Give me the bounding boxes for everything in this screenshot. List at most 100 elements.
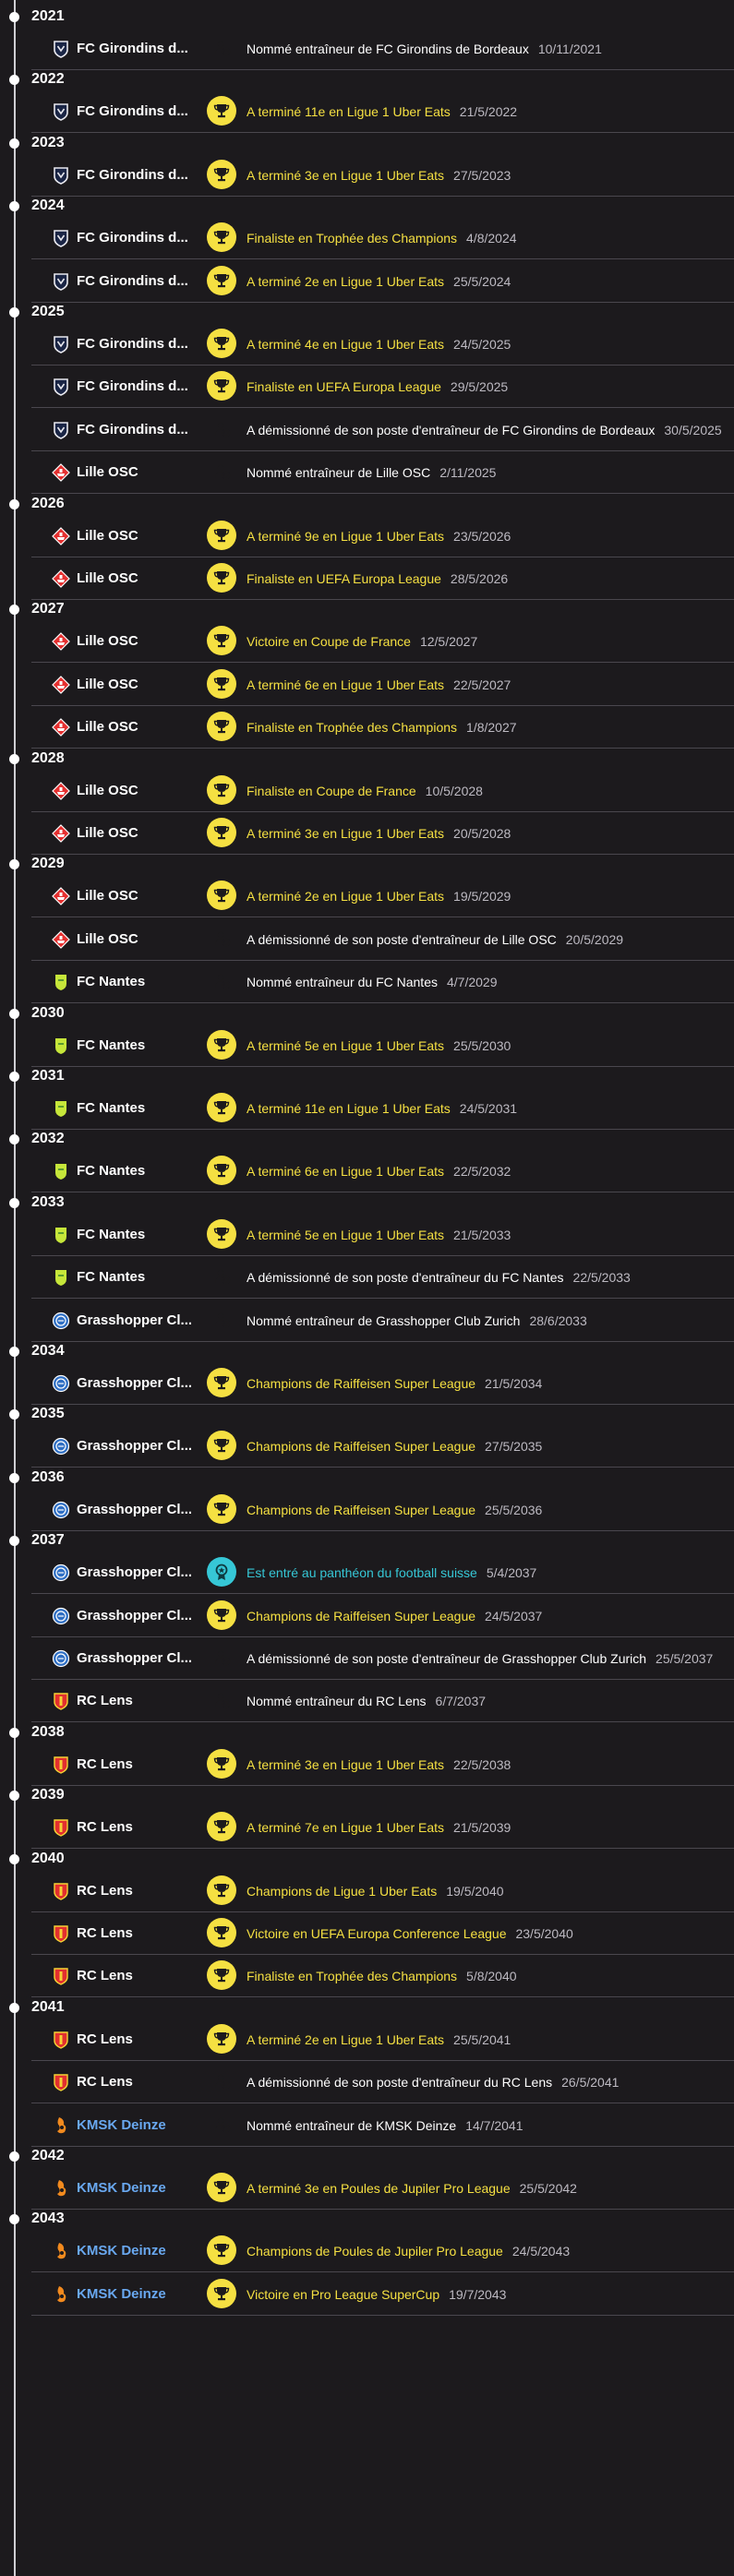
timeline-entry[interactable]: Grasshopper Cl... Champions de Raiffeisen… (0, 1489, 734, 1531)
timeline-entry[interactable]: FC Girondins d... Finaliste en Trophée de… (0, 217, 734, 260)
timeline-entry[interactable]: Lille OSC A terminé 6e en Ligue 1 Uber Ea… (0, 664, 734, 706)
club-name-link[interactable]: Lille OSC (77, 887, 220, 905)
bordeaux-club-badge-icon (52, 377, 70, 397)
timeline-entry[interactable]: KMSK Deinze Victoire en Pro League SuperC… (0, 2273, 734, 2316)
timeline-entry[interactable]: Grasshopper Cl... Champions de Raiffeisen… (0, 1362, 734, 1405)
club-name-link[interactable]: FC Nantes (77, 1036, 220, 1055)
timeline-entry[interactable]: Lille OSC Finaliste en Coupe de France 10/… (0, 770, 734, 812)
timeline-entry[interactable]: Grasshopper Cl... Est entré au panthéon d… (0, 1552, 734, 1595)
timeline-entry[interactable]: FC Nantes Nommé entraîneur du FC Nantes 4/… (0, 961, 734, 1004)
timeline-entry[interactable]: RC Lens A démissionné de son poste d'entr… (0, 2061, 734, 2104)
club-name-link[interactable]: FC Girondins d... (77, 40, 220, 58)
manager-icon (207, 1305, 236, 1335)
club-name-link[interactable]: KMSK Deinze (77, 2242, 220, 2260)
timeline-entry[interactable]: Lille OSC Nommé entraîneur de Lille OSC 2/… (0, 451, 734, 495)
club-name-link[interactable]: FC Nantes (77, 1162, 220, 1180)
timeline-entry[interactable]: RC Lens A terminé 7e en Ligue 1 Uber Eats… (0, 1806, 734, 1850)
timeline-entry[interactable]: KMSK Deinze Champions de Poules de Jupile… (0, 2230, 734, 2273)
timeline-entry[interactable]: FC Girondins d... Finaliste en UEFA Europ… (0, 365, 734, 409)
club-name-link[interactable]: FC Girondins d... (77, 335, 220, 353)
club-name-link[interactable]: FC Girondins d... (77, 166, 220, 185)
timeline-entry[interactable]: Lille OSC A terminé 2e en Ligue 1 Uber Ea… (0, 875, 734, 918)
timeline-entry[interactable]: RC Lens Finaliste en Trophée des Champion… (0, 1955, 734, 1998)
club-name-link[interactable]: RC Lens (77, 1755, 220, 1774)
timeline-entry[interactable]: FC Nantes A terminé 11e en Ligue 1 Uber E… (0, 1087, 734, 1130)
timeline-entry[interactable]: RC Lens Nommé entraîneur du RC Lens 6/7/20… (0, 1680, 734, 1723)
club-name-link[interactable]: Grasshopper Cl... (77, 1501, 220, 1519)
timeline-entry[interactable]: RC Lens A terminé 2e en Ligue 1 Uber Eats… (0, 2019, 734, 2061)
club-name-link[interactable]: RC Lens (77, 1882, 220, 1900)
timeline-entry[interactable]: FC Nantes A terminé 6e en Ligue 1 Uber Ea… (0, 1150, 734, 1193)
club-name-link[interactable]: RC Lens (77, 2073, 220, 2091)
timeline-entry[interactable]: FC Girondins d... A terminé 4e en Ligue 1… (0, 323, 734, 365)
timeline-entry[interactable]: Lille OSC A démissionné de son poste d'en… (0, 918, 734, 961)
row-divider (31, 301, 734, 303)
trophy-icon (207, 563, 236, 593)
timeline-entry[interactable]: RC Lens Victoire en UEFA Europa Conferenc… (0, 1912, 734, 1955)
timeline-entry[interactable]: FC Girondins d... A terminé 11e en Ligue … (0, 90, 734, 134)
club-name-link[interactable]: Grasshopper Cl... (77, 1607, 220, 1625)
timeline-entry[interactable]: RC Lens Champions de Ligue 1 Uber Eats 19/… (0, 1870, 734, 1912)
timeline-entry[interactable]: Grasshopper Cl... Champions de Raiffeisen… (0, 1595, 734, 1637)
club-name-link[interactable]: FC Girondins d... (77, 102, 220, 121)
club-name-link[interactable]: Lille OSC (77, 463, 220, 482)
year-marker-dot (9, 498, 19, 509)
year-label: 2025 (31, 304, 65, 319)
grasshopper-club-badge-icon (52, 1564, 70, 1582)
club-name-link[interactable]: Lille OSC (77, 824, 220, 843)
timeline-entry[interactable]: Grasshopper Cl... Champions de Raiffeisen… (0, 1425, 734, 1468)
club-name-link[interactable]: Grasshopper Cl... (77, 1437, 220, 1456)
event-description: A terminé 5e en Ligue 1 Uber Eats 21/5/20… (247, 1226, 511, 1244)
club-name-link[interactable]: Lille OSC (77, 527, 220, 545)
year-marker-dot (9, 859, 19, 870)
timeline-entry[interactable]: Lille OSC A terminé 3e en Ligue 1 Uber Ea… (0, 812, 734, 855)
row-divider (31, 493, 734, 495)
club-name-link[interactable]: FC Girondins d... (77, 421, 220, 439)
club-name-link[interactable]: FC Girondins d... (77, 377, 220, 396)
club-name-link[interactable]: Lille OSC (77, 569, 220, 588)
club-name-link[interactable]: FC Nantes (77, 1268, 220, 1287)
timeline-entry[interactable]: FC Nantes A terminé 5e en Ligue 1 Uber Ea… (0, 1214, 734, 1256)
club-name-link[interactable]: Lille OSC (77, 782, 220, 800)
club-name-link[interactable]: Lille OSC (77, 930, 220, 949)
timeline-entry[interactable]: Lille OSC Finaliste en UEFA Europa League… (0, 557, 734, 600)
timeline-entry[interactable]: Grasshopper Cl... Nommé entraîneur de Gra… (0, 1300, 734, 1342)
club-name-link[interactable]: FC Nantes (77, 1226, 220, 1244)
club-name-link[interactable]: FC Nantes (77, 973, 220, 991)
timeline-entry[interactable]: Lille OSC Victoire en Coupe de France 12/5… (0, 620, 734, 664)
club-name-link[interactable]: FC Nantes (77, 1099, 220, 1118)
club-name-link[interactable]: KMSK Deinze (77, 2179, 220, 2198)
club-name-link[interactable]: RC Lens (77, 1692, 220, 1710)
timeline-entry[interactable]: RC Lens A terminé 3e en Ligue 1 Uber Eats… (0, 1743, 734, 1786)
club-name-link[interactable]: FC Girondins d... (77, 229, 220, 247)
event-description: Victoire en Coupe de France 12/5/2027 (247, 632, 477, 651)
event-description: Victoire en Pro League SuperCup 19/7/2043 (247, 2285, 506, 2304)
club-name-link[interactable]: RC Lens (77, 1924, 220, 1943)
event-date: 19/5/2040 (446, 1883, 504, 1899)
timeline-entry[interactable]: FC Girondins d... A démissionné de son po… (0, 409, 734, 451)
club-name-link[interactable]: RC Lens (77, 1818, 220, 1837)
timeline-entry[interactable]: FC Nantes A démissionné de son poste d'en… (0, 1256, 734, 1300)
timeline-entry[interactable]: FC Nantes A terminé 5e en Ligue 1 Uber Ea… (0, 1024, 734, 1067)
timeline-entry[interactable]: Lille OSC Finaliste en Trophée des Champi… (0, 706, 734, 749)
timeline-entry[interactable]: FC Girondins d... A terminé 2e en Ligue 1… (0, 260, 734, 303)
timeline-entry[interactable]: Grasshopper Cl... A démissionné de son po… (0, 1637, 734, 1680)
club-name-link[interactable]: Grasshopper Cl... (77, 1374, 220, 1393)
club-name-link[interactable]: Lille OSC (77, 676, 220, 694)
timeline-entry[interactable]: Lille OSC A terminé 9e en Ligue 1 Uber Ea… (0, 515, 734, 557)
club-name-link[interactable]: RC Lens (77, 2031, 220, 2049)
club-name-link[interactable]: Grasshopper Cl... (77, 1649, 220, 1668)
club-name-link[interactable]: Lille OSC (77, 718, 220, 737)
club-name-link[interactable]: Grasshopper Cl... (77, 1564, 220, 1582)
club-name-link[interactable]: Lille OSC (77, 632, 220, 651)
event-text: A terminé 3e en Ligue 1 Uber Eats (247, 826, 445, 841)
club-name-link[interactable]: RC Lens (77, 1967, 220, 1985)
timeline-entry[interactable]: KMSK Deinze A terminé 3e en Poules de Jup… (0, 2167, 734, 2210)
club-name-link[interactable]: Grasshopper Cl... (77, 1312, 220, 1330)
timeline-entry[interactable]: FC Girondins d... A terminé 3e en Ligue 1… (0, 154, 734, 197)
club-name-link[interactable]: KMSK Deinze (77, 2285, 220, 2304)
club-name-link[interactable]: KMSK Deinze (77, 2116, 220, 2135)
timeline-entry[interactable]: KMSK Deinze Nommé entraîneur de KMSK Dein… (0, 2104, 734, 2147)
club-name-link[interactable]: FC Girondins d... (77, 272, 220, 291)
timeline-entry[interactable]: FC Girondins d... Nommé entraîneur de FC … (0, 28, 734, 70)
